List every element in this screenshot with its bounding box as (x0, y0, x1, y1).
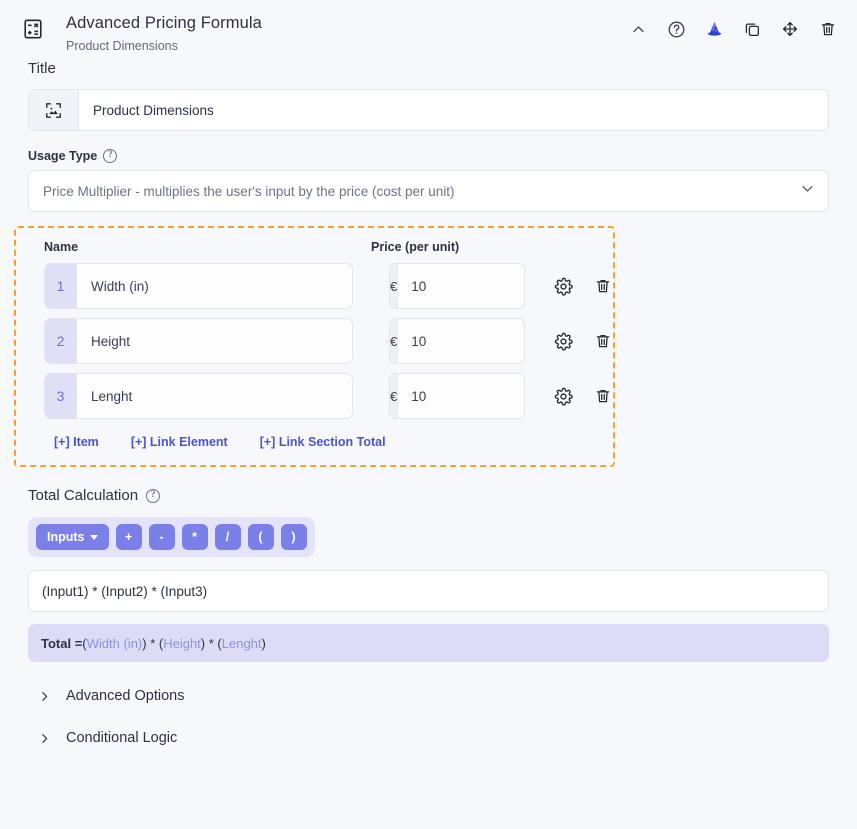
caret-down-icon (89, 534, 98, 540)
item-name-group: 3 (44, 373, 353, 419)
item-name-group: 2 (44, 318, 353, 364)
op-multiply[interactable]: * (181, 524, 208, 550)
item-price-group: € (388, 318, 525, 364)
row-actions (553, 276, 613, 296)
items-links: [+] Item [+] Link Element [+] Link Secti… (54, 435, 613, 449)
advanced-options-accordion[interactable]: Advanced Options (28, 688, 829, 704)
inputs-dropdown-label: Inputs (47, 530, 85, 544)
usage-type-help-icon[interactable]: ? (103, 149, 118, 163)
title-input-group (28, 89, 829, 131)
total-var: Lenght (221, 635, 262, 651)
gear-icon[interactable] (553, 276, 573, 296)
usage-type-select[interactable]: Price Multiplier - multiplies the user's… (28, 170, 829, 212)
add-item-link[interactable]: [+] Item (54, 435, 99, 449)
total-op: ) * ( (200, 635, 222, 651)
total-calculation-label: Total Calculation (28, 487, 139, 504)
row-number-badge: 2 (45, 319, 77, 363)
usage-type-select-wrap: Price Multiplier - multiplies the user's… (28, 170, 829, 212)
row-number-badge: 1 (45, 264, 77, 308)
column-header-price: Price (per unit) (371, 240, 460, 254)
op-divide[interactable]: / (214, 524, 241, 550)
items-column-headers: Name Price (per unit) (44, 240, 613, 254)
title-section-label: Title (28, 60, 56, 77)
card-header: Advanced Pricing Formula Product Dimensi… (0, 0, 857, 60)
total-op: ) * ( (142, 635, 164, 651)
move-icon[interactable] (779, 18, 801, 40)
op-paren-open[interactable]: ( (247, 524, 274, 550)
link-element-link[interactable]: [+] Link Element (131, 435, 228, 449)
link-section-total-link[interactable]: [+] Link Section Total (260, 435, 386, 449)
total-expression: (Width (in)) * (Height) * (Lenght) (82, 636, 266, 651)
gear-icon[interactable] (553, 386, 573, 406)
image-icon[interactable] (29, 90, 79, 130)
item-name-input[interactable] (77, 264, 352, 308)
operator-toolbar: Inputs + - * / ( ) (28, 517, 315, 557)
total-calculation-help-icon[interactable]: ? (146, 488, 161, 503)
op-paren-close[interactable]: ) (280, 524, 307, 550)
column-header-name: Name (44, 240, 79, 254)
currency-symbol: € (389, 264, 399, 308)
table-row: 3 € (44, 373, 613, 419)
conditional-logic-accordion[interactable]: Conditional Logic (28, 730, 829, 746)
trash-icon[interactable] (593, 331, 613, 351)
item-price-group: € (388, 263, 525, 309)
total-paren: ) (261, 635, 266, 651)
item-price-input[interactable] (398, 319, 524, 363)
formula-input[interactable] (28, 570, 829, 612)
table-row: 2 € (44, 318, 613, 364)
item-price-group: € (388, 373, 525, 419)
total-calculation-header: Total Calculation ? (28, 487, 829, 504)
item-price-input[interactable] (398, 374, 524, 418)
row-actions (553, 331, 613, 351)
duplicate-icon[interactable] (741, 18, 763, 40)
title-input[interactable] (79, 90, 828, 130)
total-var: Height (163, 635, 201, 651)
item-price-input[interactable] (398, 264, 524, 308)
table-row: 1 € (44, 263, 613, 309)
op-minus[interactable]: - (148, 524, 175, 550)
row-actions (553, 386, 613, 406)
page-subtitle: Product Dimensions (66, 39, 178, 53)
help-icon[interactable] (665, 18, 687, 40)
usage-type-label-text: Usage Type (28, 149, 98, 163)
item-name-input[interactable] (77, 319, 352, 363)
calculator-icon (20, 16, 46, 42)
gear-icon[interactable] (553, 331, 573, 351)
advanced-options-label: Advanced Options (66, 688, 185, 704)
total-preview-bar: Total = (Width (in)) * (Height) * (Lengh… (28, 624, 829, 662)
inputs-dropdown[interactable]: Inputs (36, 524, 109, 550)
total-prefix: Total = (41, 635, 83, 651)
item-name-input[interactable] (77, 374, 352, 418)
row-number-badge: 3 (45, 374, 77, 418)
currency-symbol: € (389, 319, 399, 363)
chevron-right-icon (38, 690, 51, 703)
usage-type-label: Usage Type ? (28, 149, 829, 163)
wizard-icon[interactable] (703, 18, 725, 40)
op-plus[interactable]: + (115, 524, 142, 550)
header-actions (627, 18, 839, 40)
delete-icon[interactable] (817, 18, 839, 40)
item-name-group: 1 (44, 263, 353, 309)
chevron-right-icon (38, 732, 51, 745)
trash-icon[interactable] (593, 276, 613, 296)
trash-icon[interactable] (593, 386, 613, 406)
total-var: Width (in) (86, 635, 143, 651)
collapse-chevron-up-icon[interactable] (627, 18, 649, 40)
items-panel: Name Price (per unit) 1 € (14, 226, 615, 467)
page-title: Advanced Pricing Formula (66, 14, 262, 32)
currency-symbol: € (389, 374, 399, 418)
conditional-logic-label: Conditional Logic (66, 730, 178, 746)
